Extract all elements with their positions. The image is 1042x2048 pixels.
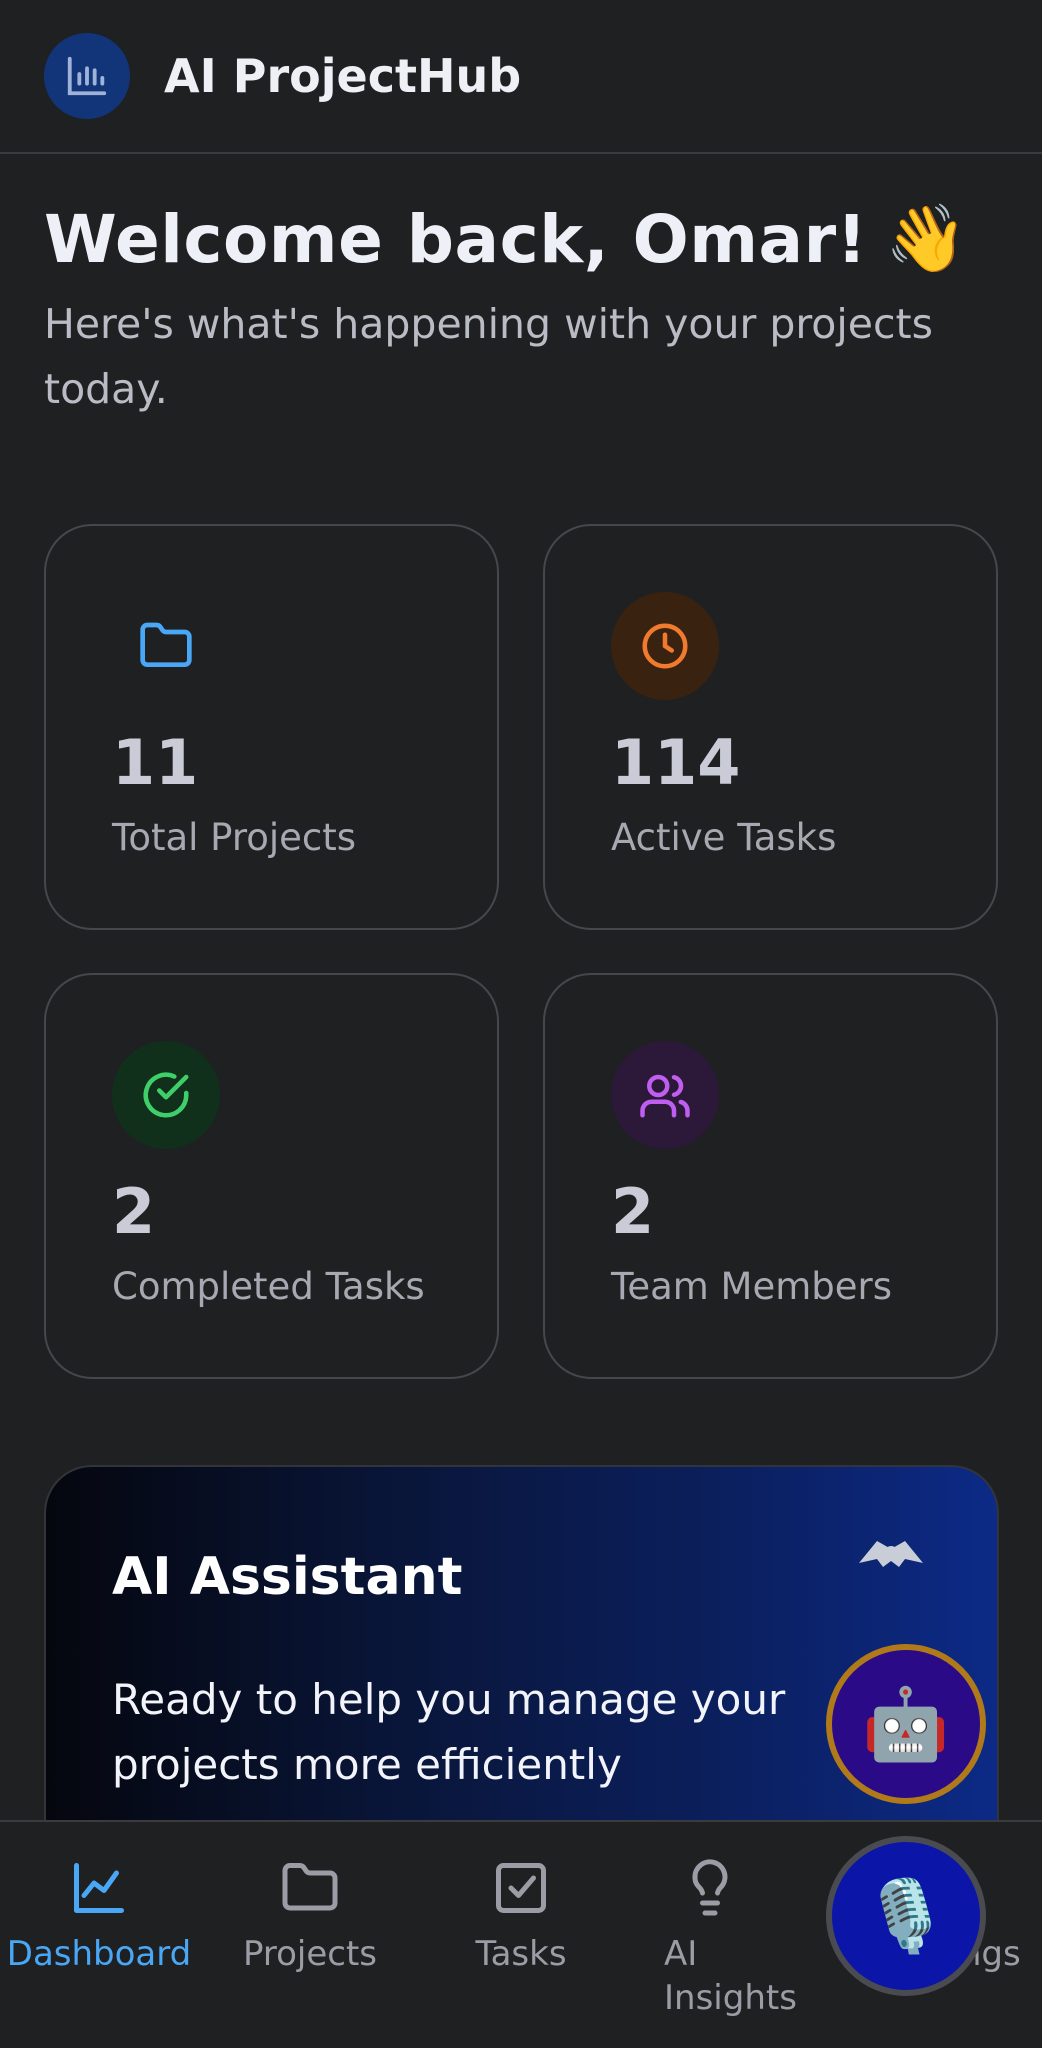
app-header: AI ProjectHub	[0, 0, 1042, 154]
stat-card-team-members[interactable]: 2 Team Members	[543, 973, 998, 1379]
nav-label: Projects	[242, 1934, 378, 1974]
assistant-title: AI Assistant	[112, 1547, 463, 1607]
stat-card-total-projects[interactable]: 11 Total Projects	[44, 524, 499, 930]
welcome-subtitle: Here's what's happening with your projec…	[44, 300, 933, 413]
stat-icon-wrap	[611, 1041, 719, 1149]
nav-label: Tasks	[475, 1934, 567, 1974]
folder-icon	[140, 622, 192, 667]
folder-icon	[282, 1863, 338, 1911]
clock-icon	[642, 623, 688, 669]
waving-hand-icon: 👋	[885, 200, 968, 277]
app-logo[interactable]	[44, 33, 130, 119]
nav-item-ai-insights[interactable]: AI Insights	[620, 1858, 830, 2020]
stat-label: Team Members	[611, 1265, 893, 1308]
lightbulb-icon	[692, 1859, 728, 1916]
welcome-title: Welcome back, Omar!	[44, 200, 868, 278]
brain-icon	[859, 1541, 923, 1567]
stat-card-active-tasks[interactable]: 114 Active Tasks	[543, 524, 998, 930]
stat-card-completed-tasks[interactable]: 2 Completed Tasks	[44, 973, 499, 1379]
users-icon	[640, 1074, 690, 1118]
assistant-description: Ready to help you manage your projects m…	[112, 1675, 786, 1789]
microphone-icon: 🎙️	[862, 1874, 950, 1957]
stat-value: 2	[611, 1175, 655, 1248]
line-chart-icon	[74, 1863, 124, 1913]
welcome-section: Welcome back, Omar! 👋 Here's what's happ…	[44, 200, 1004, 422]
nav-item-dashboard[interactable]: Dashboard	[0, 1858, 204, 1976]
voice-input-button[interactable]: 🎙️	[826, 1836, 986, 1996]
stat-value: 114	[611, 726, 741, 799]
stat-label: Total Projects	[112, 816, 357, 859]
nav-item-tasks[interactable]: Tasks	[416, 1858, 626, 1976]
checkbox-icon	[496, 1863, 546, 1913]
stat-icon-wrap	[112, 1041, 220, 1149]
nav-label: Dashboard	[6, 1934, 192, 1974]
stat-value: 2	[112, 1175, 156, 1248]
stat-icon-wrap	[611, 592, 719, 700]
bar-chart-icon	[67, 56, 107, 96]
app-title: AI ProjectHub	[164, 49, 522, 103]
stat-label: Active Tasks	[611, 816, 837, 859]
robot-assistant-button[interactable]: 🤖	[826, 1644, 986, 1804]
stat-label: Completed Tasks	[112, 1265, 425, 1308]
stat-icon-wrap	[112, 592, 220, 700]
robot-icon: 🤖	[862, 1682, 950, 1765]
check-circle-icon	[143, 1072, 189, 1118]
nav-item-projects[interactable]: Projects	[205, 1858, 415, 1976]
stat-value: 11	[112, 726, 199, 799]
nav-label: AI Insights	[664, 1934, 797, 2018]
welcome-heading: Welcome back, Omar! 👋	[44, 200, 1004, 278]
